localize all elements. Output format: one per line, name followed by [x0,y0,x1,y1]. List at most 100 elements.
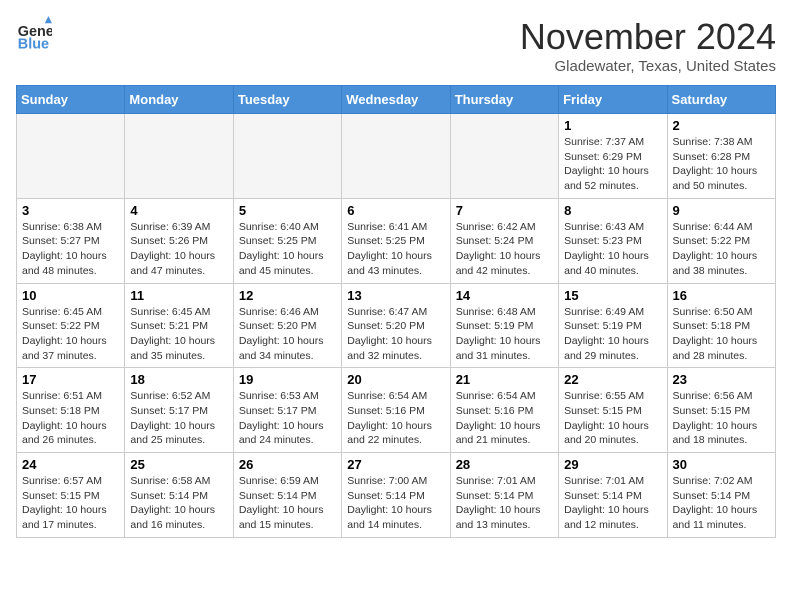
day-number: 26 [239,457,336,472]
day-info: Sunrise: 7:01 AM Sunset: 5:14 PM Dayligh… [456,474,553,533]
calendar-cell: 21 Sunrise: 6:54 AM Sunset: 5:16 PM Dayli… [450,368,558,453]
day-info: Sunrise: 6:57 AM Sunset: 5:15 PM Dayligh… [22,474,119,533]
day-number: 22 [564,372,661,387]
day-number: 14 [456,288,553,303]
calendar: SundayMondayTuesdayWednesdayThursdayFrid… [16,85,776,538]
day-info: Sunrise: 6:54 AM Sunset: 5:16 PM Dayligh… [456,389,553,448]
day-number: 5 [239,203,336,218]
day-info: Sunrise: 7:01 AM Sunset: 5:14 PM Dayligh… [564,474,661,533]
calendar-cell [342,114,450,199]
day-number: 28 [456,457,553,472]
day-info: Sunrise: 6:47 AM Sunset: 5:20 PM Dayligh… [347,305,444,364]
day-number: 27 [347,457,444,472]
day-info: Sunrise: 7:02 AM Sunset: 5:14 PM Dayligh… [673,474,770,533]
calendar-header-saturday: Saturday [667,86,775,114]
calendar-cell: 27Sunrise: 7:00 AM Sunset: 5:14 PM Dayli… [342,453,450,538]
calendar-cell: 11 Sunrise: 6:45 AM Sunset: 5:21 PM Dayli… [125,283,233,368]
day-info: Sunrise: 6:52 AM Sunset: 5:17 PM Dayligh… [130,389,227,448]
day-number: 29 [564,457,661,472]
calendar-cell: 16 Sunrise: 6:50 AM Sunset: 5:18 PM Dayli… [667,283,775,368]
calendar-week-1: 1Sunrise: 7:37 AM Sunset: 6:29 PM Daylig… [17,114,776,199]
day-number: 13 [347,288,444,303]
day-info: Sunrise: 6:51 AM Sunset: 5:18 PM Dayligh… [22,389,119,448]
day-info: Sunrise: 6:49 AM Sunset: 5:19 PM Dayligh… [564,305,661,364]
calendar-cell: 12Sunrise: 6:46 AM Sunset: 5:20 PM Dayli… [233,283,341,368]
day-info: Sunrise: 6:48 AM Sunset: 5:19 PM Dayligh… [456,305,553,364]
calendar-cell: 3Sunrise: 6:38 AM Sunset: 5:27 PM Daylig… [17,198,125,283]
calendar-week-5: 24 Sunrise: 6:57 AM Sunset: 5:15 PM Dayli… [17,453,776,538]
day-info: Sunrise: 6:56 AM Sunset: 5:15 PM Dayligh… [673,389,770,448]
day-info: Sunrise: 7:38 AM Sunset: 6:28 PM Dayligh… [673,135,770,194]
day-info: Sunrise: 6:41 AM Sunset: 5:25 PM Dayligh… [347,220,444,279]
calendar-header-monday: Monday [125,86,233,114]
day-info: Sunrise: 6:45 AM Sunset: 5:21 PM Dayligh… [130,305,227,364]
calendar-header-tuesday: Tuesday [233,86,341,114]
day-number: 21 [456,372,553,387]
calendar-cell: 2Sunrise: 7:38 AM Sunset: 6:28 PM Daylig… [667,114,775,199]
day-info: Sunrise: 6:58 AM Sunset: 5:14 PM Dayligh… [130,474,227,533]
day-info: Sunrise: 6:40 AM Sunset: 5:25 PM Dayligh… [239,220,336,279]
calendar-cell [450,114,558,199]
page-header: General Blue November 2024 Gladewater, T… [16,16,776,75]
logo-icon: General Blue [16,16,52,52]
calendar-cell: 24 Sunrise: 6:57 AM Sunset: 5:15 PM Dayli… [17,453,125,538]
calendar-cell: 10 Sunrise: 6:45 AM Sunset: 5:22 PM Dayli… [17,283,125,368]
calendar-cell: 13 Sunrise: 6:47 AM Sunset: 5:20 PM Dayli… [342,283,450,368]
day-info: Sunrise: 6:53 AM Sunset: 5:17 PM Dayligh… [239,389,336,448]
day-number: 25 [130,457,227,472]
calendar-cell: 4 Sunrise: 6:39 AM Sunset: 5:26 PM Daylig… [125,198,233,283]
calendar-cell [17,114,125,199]
calendar-cell: 23 Sunrise: 6:56 AM Sunset: 5:15 PM Dayli… [667,368,775,453]
day-number: 20 [347,372,444,387]
day-number: 23 [673,372,770,387]
day-info: Sunrise: 6:44 AM Sunset: 5:22 PM Dayligh… [673,220,770,279]
calendar-week-3: 10 Sunrise: 6:45 AM Sunset: 5:22 PM Dayli… [17,283,776,368]
calendar-cell: 1Sunrise: 7:37 AM Sunset: 6:29 PM Daylig… [559,114,667,199]
day-number: 30 [673,457,770,472]
calendar-header-thursday: Thursday [450,86,558,114]
calendar-cell: 8Sunrise: 6:43 AM Sunset: 5:23 PM Daylig… [559,198,667,283]
day-info: Sunrise: 6:54 AM Sunset: 5:16 PM Dayligh… [347,389,444,448]
day-number: 8 [564,203,661,218]
calendar-cell: 15 Sunrise: 6:49 AM Sunset: 5:19 PM Dayli… [559,283,667,368]
day-number: 18 [130,372,227,387]
day-number: 3 [22,203,119,218]
calendar-cell: 7Sunrise: 6:42 AM Sunset: 5:24 PM Daylig… [450,198,558,283]
day-number: 7 [456,203,553,218]
calendar-cell: 20 Sunrise: 6:54 AM Sunset: 5:16 PM Dayli… [342,368,450,453]
svg-text:Blue: Blue [18,36,49,52]
calendar-cell: 25 Sunrise: 6:58 AM Sunset: 5:14 PM Dayli… [125,453,233,538]
day-number: 15 [564,288,661,303]
calendar-cell: 30 Sunrise: 7:02 AM Sunset: 5:14 PM Dayli… [667,453,775,538]
logo: General Blue [16,16,52,52]
location: Gladewater, Texas, United States [520,58,776,75]
day-number: 4 [130,203,227,218]
day-number: 6 [347,203,444,218]
calendar-header-sunday: Sunday [17,86,125,114]
day-number: 24 [22,457,119,472]
calendar-week-4: 17 Sunrise: 6:51 AM Sunset: 5:18 PM Dayli… [17,368,776,453]
day-info: Sunrise: 6:39 AM Sunset: 5:26 PM Dayligh… [130,220,227,279]
day-number: 9 [673,203,770,218]
calendar-week-2: 3Sunrise: 6:38 AM Sunset: 5:27 PM Daylig… [17,198,776,283]
calendar-cell [233,114,341,199]
calendar-header-friday: Friday [559,86,667,114]
calendar-cell: 17 Sunrise: 6:51 AM Sunset: 5:18 PM Dayli… [17,368,125,453]
day-info: Sunrise: 6:45 AM Sunset: 5:22 PM Dayligh… [22,305,119,364]
calendar-cell: 5 Sunrise: 6:40 AM Sunset: 5:25 PM Daylig… [233,198,341,283]
day-info: Sunrise: 6:50 AM Sunset: 5:18 PM Dayligh… [673,305,770,364]
day-number: 19 [239,372,336,387]
day-info: Sunrise: 7:37 AM Sunset: 6:29 PM Dayligh… [564,135,661,194]
day-number: 17 [22,372,119,387]
calendar-cell [125,114,233,199]
month-title: November 2024 [520,16,776,58]
calendar-cell: 14 Sunrise: 6:48 AM Sunset: 5:19 PM Dayli… [450,283,558,368]
day-number: 11 [130,288,227,303]
calendar-cell: 6 Sunrise: 6:41 AM Sunset: 5:25 PM Daylig… [342,198,450,283]
calendar-cell: 28 Sunrise: 7:01 AM Sunset: 5:14 PM Dayli… [450,453,558,538]
day-info: Sunrise: 6:46 AM Sunset: 5:20 PM Dayligh… [239,305,336,364]
day-number: 16 [673,288,770,303]
day-number: 10 [22,288,119,303]
calendar-cell: 29 Sunrise: 7:01 AM Sunset: 5:14 PM Dayli… [559,453,667,538]
calendar-body: 1Sunrise: 7:37 AM Sunset: 6:29 PM Daylig… [17,114,776,538]
